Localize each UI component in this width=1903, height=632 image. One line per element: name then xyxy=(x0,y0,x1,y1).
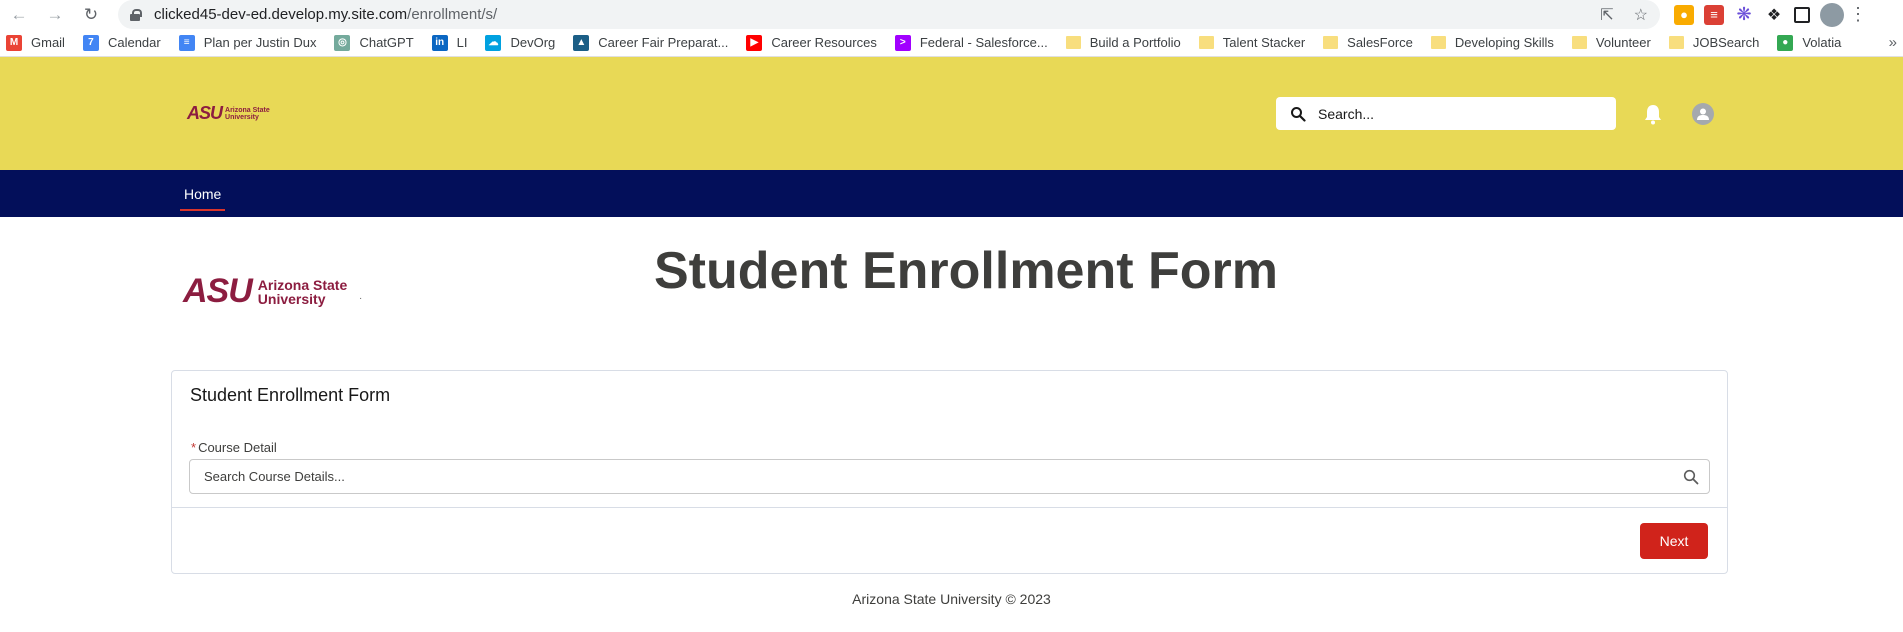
folder-icon xyxy=(1198,36,1214,49)
profile-avatar[interactable] xyxy=(1820,2,1844,27)
asu-logo-mark: ASU xyxy=(183,272,253,310)
course-detail-input[interactable] xyxy=(204,469,1683,484)
accenture-icon: > xyxy=(894,34,911,51)
folder-icon xyxy=(1430,36,1446,49)
header-search-box[interactable] xyxy=(1276,97,1616,130)
bookmark-label: Career Fair Preparat... xyxy=(598,35,729,50)
bookmark-label: JOBSearch xyxy=(1692,35,1760,50)
notification-bell-icon[interactable] xyxy=(1643,103,1663,125)
page-title: Student Enrollment Form xyxy=(654,242,1278,300)
folder-icon xyxy=(1571,36,1587,49)
footer-copyright: Arizona State University © 2023 xyxy=(852,591,1051,607)
calendar-icon: 7 xyxy=(82,34,99,51)
bookmarks-overflow-button[interactable]: » xyxy=(1889,34,1897,51)
docs-icon: ≡ xyxy=(178,34,195,51)
header-logo[interactable]: ASU Arizona State University xyxy=(187,103,270,124)
bookmark-item[interactable]: SalesForce xyxy=(1323,35,1413,50)
site-navbar: Home xyxy=(0,170,1903,217)
bookmark-label: Plan per Justin Dux xyxy=(203,35,317,50)
required-marker: * xyxy=(191,440,197,455)
bookmark-label: DevOrg xyxy=(510,35,556,50)
reload-icon[interactable]: ↻ xyxy=(78,2,104,28)
browser-menu-icon[interactable]: ⋮ xyxy=(1849,4,1867,25)
bookmark-label: Talent Stacker xyxy=(1222,35,1306,50)
card-divider xyxy=(172,507,1727,508)
cloud-icon: ☁ xyxy=(485,34,502,51)
url-text[interactable]: clicked45-dev-ed.develop.my.site.com/enr… xyxy=(154,6,497,23)
bookmark-item[interactable]: Volunteer xyxy=(1571,35,1651,50)
bookmark-item[interactable]: ● Volatia xyxy=(1777,34,1842,51)
bookmark-item[interactable]: in LI xyxy=(431,34,468,51)
lock-icon[interactable] xyxy=(130,8,142,21)
course-detail-lookup[interactable] xyxy=(189,459,1710,494)
bookmark-label: Federal - Salesforce... xyxy=(919,35,1048,50)
extensions-puzzle-icon[interactable]: ❖ xyxy=(1764,5,1784,25)
folder-icon xyxy=(1323,36,1339,49)
bookmark-star-icon[interactable]: ☆ xyxy=(1634,5,1648,25)
user-profile-icon[interactable] xyxy=(1692,103,1714,125)
search-icon[interactable] xyxy=(1683,469,1699,485)
bookmark-label: SalesForce xyxy=(1347,35,1413,50)
bookmark-item[interactable]: ▶ Career Resources xyxy=(746,34,877,51)
logo-dot: . xyxy=(359,291,363,302)
bookmark-item[interactable]: ☁ DevOrg xyxy=(485,34,556,51)
header-search-input[interactable] xyxy=(1318,105,1598,122)
bookmark-item[interactable]: Developing Skills xyxy=(1430,35,1554,50)
bookmark-item[interactable]: ▲ Career Fair Preparat... xyxy=(573,34,729,51)
bookmark-label: Volatia xyxy=(1802,35,1842,50)
bookmark-item[interactable]: ◎ ChatGPT xyxy=(334,34,414,51)
share-icon[interactable]: ⇱ xyxy=(1600,5,1613,25)
bookmark-label: LI xyxy=(456,35,468,50)
bookmark-label: Build a Portfolio xyxy=(1089,35,1181,50)
bookmark-item[interactable]: M Gmail xyxy=(6,34,65,51)
linkedin-icon: in xyxy=(431,34,448,51)
bookmark-label: ChatGPT xyxy=(359,35,414,50)
bookmark-item[interactable]: JOBSearch xyxy=(1668,35,1760,50)
bookmark-label: Developing Skills xyxy=(1454,35,1554,50)
bookmark-label: Gmail xyxy=(31,35,65,50)
bookmarks-bar: M Gmail 7 Calendar ≡ Plan per Justin Dux ◎ Chat… xyxy=(0,29,1903,57)
asu-logo-mark: ASU xyxy=(187,103,223,123)
asu-logo-text: Arizona State University xyxy=(257,276,348,307)
main-content: ASU Arizona State University . Student En… xyxy=(0,217,1903,616)
browser-toolbar: ← → ↻ clicked45-dev-ed.develop.my.site.c… xyxy=(0,0,1903,29)
gmail-icon: M xyxy=(6,34,22,51)
bookmark-label: Calendar xyxy=(107,35,161,50)
chatgpt-icon: ◎ xyxy=(334,34,351,51)
bookmark-label: Volunteer xyxy=(1595,35,1651,50)
todoist-extension-icon[interactable]: ≡ xyxy=(1704,4,1724,25)
folder-icon xyxy=(1668,36,1684,49)
body-logo: ASU Arizona State University . xyxy=(183,272,362,311)
youtube-icon: ▶ xyxy=(746,34,763,51)
course-detail-label: * Course Detail xyxy=(191,440,277,455)
bookmark-item[interactable]: 7 Calendar xyxy=(82,34,161,51)
site-header: ASU Arizona State University xyxy=(0,57,1903,170)
bookmark-item[interactable]: ≡ Plan per Justin Dux xyxy=(178,34,317,51)
user-silhouette-icon xyxy=(1697,108,1709,120)
address-bar[interactable]: clicked45-dev-ed.develop.my.site.com/enr… xyxy=(118,0,1660,29)
back-arrow-icon[interactable]: ← xyxy=(6,2,32,28)
enrollment-form-card: Student Enrollment Form *Course Detail N… xyxy=(171,370,1728,574)
search-icon xyxy=(1291,106,1306,122)
career-icon: ▲ xyxy=(573,34,590,51)
forward-arrow-icon[interactable]: → xyxy=(42,2,68,28)
next-button[interactable]: Next xyxy=(1640,523,1708,559)
asterisk-extension-icon[interactable]: ❋ xyxy=(1734,4,1754,25)
google-keep-extension-icon[interactable]: ● xyxy=(1674,4,1694,25)
asu-logo-text: Arizona State University xyxy=(225,106,270,121)
bookmark-item[interactable]: Talent Stacker xyxy=(1198,35,1306,50)
bookmark-item[interactable]: > Federal - Salesforce... xyxy=(894,34,1048,51)
nav-home-tab[interactable]: Home xyxy=(180,170,226,217)
folder-icon xyxy=(1065,36,1081,49)
bookmark-item[interactable]: Build a Portfolio xyxy=(1065,35,1181,50)
globe-icon: ● xyxy=(1777,34,1794,51)
side-panel-icon[interactable] xyxy=(1794,6,1810,23)
card-title: Student Enrollment Form xyxy=(190,385,391,405)
bookmark-label: Career Resources xyxy=(771,35,877,50)
